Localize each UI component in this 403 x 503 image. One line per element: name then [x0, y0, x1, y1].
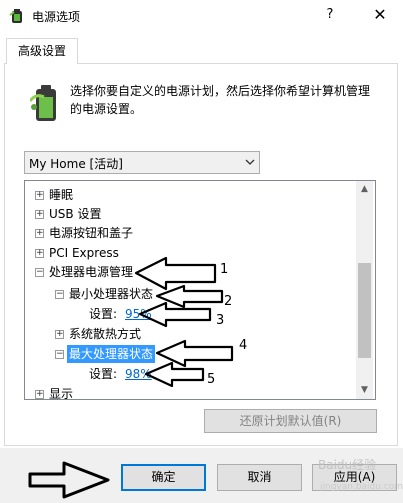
tree-scrollbar[interactable]: ▲ ▼: [356, 181, 373, 399]
window-title: 电源选项: [32, 10, 81, 24]
settings-tree: + 睡眠 + USB 设置 + 电源按钮和盖子 + PCI Express − …: [24, 180, 376, 400]
annotation-number: 4: [239, 338, 248, 353]
watermark: Baidu经验 jingyan.baidu.com: [318, 452, 403, 500]
expand-icon[interactable]: +: [35, 390, 44, 399]
setting-label: 设置:: [89, 307, 118, 321]
tab-strip: 高级设置: [0, 30, 403, 64]
chevron-down-icon: [245, 159, 255, 165]
cancel-button[interactable]: 取消: [217, 464, 302, 491]
setting-label: 设置:: [89, 367, 118, 381]
tree-item-label: 处理器电源管理: [49, 265, 134, 279]
tree-item-label: 睡眠: [49, 188, 74, 202]
tree-item-label: 电源按钮和盖子: [49, 226, 134, 240]
annotation-number: 2: [224, 294, 233, 309]
restore-defaults-button[interactable]: 还原计划默认值(R): [204, 409, 377, 433]
watermark-logo-text: Baidu经验: [318, 458, 377, 472]
annotation-number: 3: [216, 313, 225, 328]
annotation-number: 1: [220, 262, 229, 277]
expand-icon[interactable]: +: [55, 330, 64, 339]
tree-item-label: 最小处理器状态: [69, 287, 154, 301]
close-button[interactable]: ✕: [366, 4, 394, 26]
scroll-up-icon[interactable]: ▲: [356, 181, 373, 198]
max-state-value[interactable]: 98%: [125, 365, 152, 383]
collapse-icon[interactable]: −: [55, 290, 64, 299]
description-text: 选择你要自定义的电源计划，然后选择你希望计算机管理的电源设置。: [70, 84, 371, 116]
expand-icon[interactable]: +: [35, 210, 44, 219]
tree-item-label: PCI Express: [49, 246, 119, 260]
title-bar: 电源选项 ? ✕: [0, 0, 403, 30]
watermark-url: jingyan.baidu.com: [320, 482, 403, 492]
expand-icon[interactable]: +: [35, 249, 44, 258]
expand-icon[interactable]: +: [35, 191, 44, 200]
tab-advanced-settings[interactable]: 高级设置: [6, 38, 78, 64]
expand-icon[interactable]: +: [35, 229, 44, 238]
tree-item-label: 系统散热方式: [69, 327, 142, 341]
scroll-down-icon[interactable]: ▼: [356, 382, 373, 399]
tree-item-label-selected: 最大处理器状态: [67, 345, 156, 363]
power-plan-value: My Home [活动]: [29, 157, 123, 171]
collapse-icon[interactable]: −: [35, 268, 44, 277]
help-button[interactable]: ?: [318, 4, 342, 26]
min-state-value[interactable]: 95%: [125, 305, 152, 323]
ok-button[interactable]: 确定: [121, 464, 206, 491]
tree-item-label: 显示: [49, 387, 74, 400]
scroll-thumb[interactable]: [358, 263, 371, 358]
collapse-icon[interactable]: −: [55, 350, 64, 359]
battery-icon: [30, 85, 56, 121]
tree-item-label: USB 设置: [49, 207, 102, 221]
power-plan-select[interactable]: My Home [活动]: [24, 151, 260, 174]
annotation-number: 5: [207, 372, 216, 387]
power-options-icon: [9, 9, 22, 23]
